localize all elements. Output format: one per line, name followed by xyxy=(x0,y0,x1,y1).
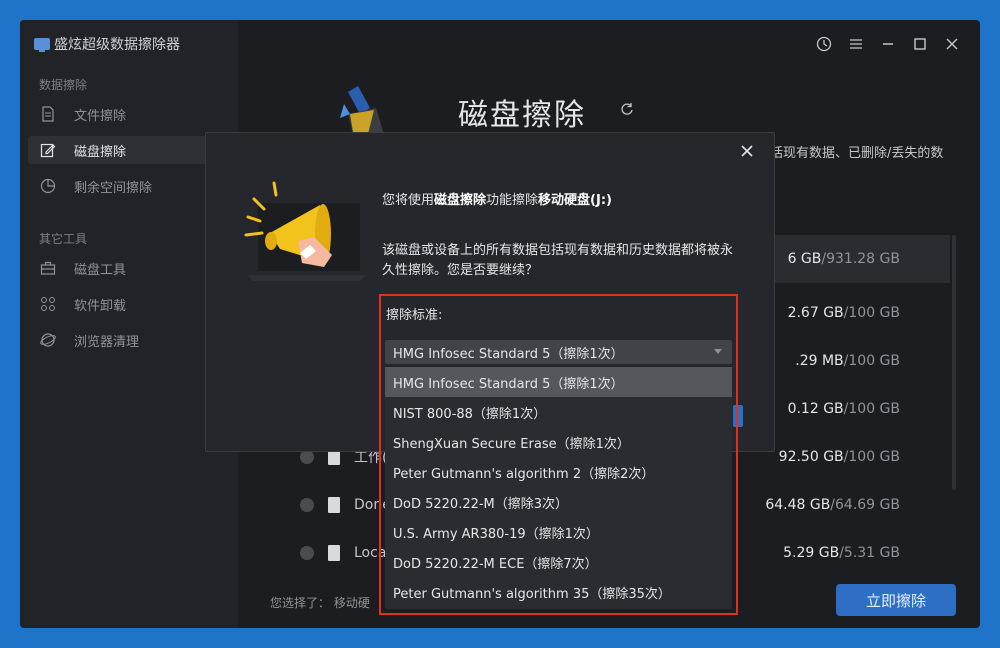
dropdown-option[interactable]: U.S. Army AR380-19（擦除1次） xyxy=(385,517,732,547)
msg-pre: 您将使用 xyxy=(382,193,435,208)
dropdown-option[interactable]: NIST 800-88（擦除1次） xyxy=(385,397,732,427)
dropdown-option[interactable]: ShengXuan Secure Erase（擦除1次） xyxy=(385,427,732,457)
dropdown-option[interactable]: HMG Infosec Standard 5（擦除1次） xyxy=(385,367,732,397)
msg-mid: 功能擦除 xyxy=(486,193,539,208)
dropdown-option[interactable]: DoD 5220.22-M ECE（擦除7次） xyxy=(385,547,732,577)
dropdown-option[interactable]: Peter Gutmann's algorithm 35（擦除35次） xyxy=(385,577,732,607)
megaphone-icon xyxy=(244,181,366,281)
select-value: HMG Infosec Standard 5（擦除1次） xyxy=(393,346,624,362)
chevron-down-icon xyxy=(714,349,722,354)
dialog-message-1: 您将使用磁盘擦除功能擦除移动硬盘(J:) xyxy=(382,189,612,208)
erase-standard-dropdown: HMG Infosec Standard 5（擦除1次） NIST 800-88… xyxy=(385,367,732,609)
msg-target: 移动硬盘(J:) xyxy=(538,193,612,208)
modal-overlay: 您将使用磁盘擦除功能擦除移动硬盘(J:) 该磁盘或设备上的所有数据包括现有数据和… xyxy=(0,0,1000,648)
dialog-close-icon[interactable] xyxy=(737,141,757,161)
dialog-message-2: 该磁盘或设备上的所有数据包括现有数据和历史数据都将被永久性擦除。您是否要继续？ xyxy=(382,243,734,278)
dropdown-option[interactable]: Peter Gutmann's algorithm 2（擦除2次） xyxy=(385,457,732,487)
erase-standard-label: 擦除标准: xyxy=(386,308,443,323)
erase-standard-select[interactable]: HMG Infosec Standard 5（擦除1次） xyxy=(385,340,732,364)
msg-feature: 磁盘擦除 xyxy=(434,193,487,208)
dropdown-option[interactable]: DoD 5220.22-M（擦除3次） xyxy=(385,487,732,517)
